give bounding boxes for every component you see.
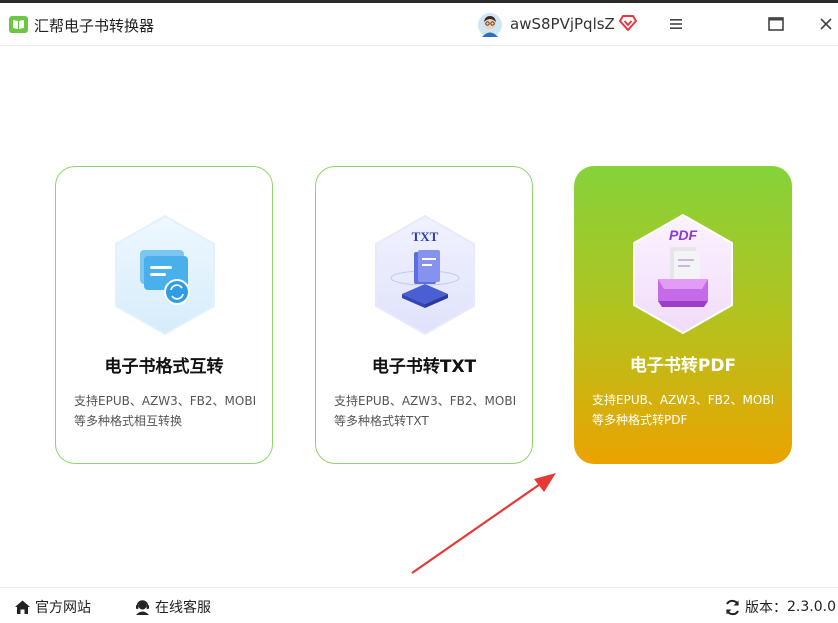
title-bar: 汇帮电子书转换器 awS8PVjPqlsZ: [0, 3, 838, 46]
svg-text:PDF: PDF: [669, 227, 697, 243]
username[interactable]: awS8PVjPqlsZ: [510, 15, 615, 33]
vip-diamond-icon[interactable]: [619, 14, 637, 32]
annotation-arrow-icon: [411, 473, 556, 574]
app-title: 汇帮电子书转换器: [34, 17, 155, 35]
txt-document-icon: TXT: [375, 214, 475, 336]
online-service-link[interactable]: 在线客服: [134, 597, 211, 617]
card-title: 电子书转TXT: [371, 357, 477, 377]
card-title: 电子书格式互转: [104, 357, 224, 377]
official-site-link[interactable]: 官方网站: [14, 597, 91, 617]
home-icon: [15, 600, 30, 614]
official-site-label: 官方网站: [35, 600, 91, 616]
card-description: 支持EPUB、AZW3、FB2、MOBI 等多种格式相互转换: [74, 394, 257, 428]
version-label: 版本：: [745, 600, 787, 616]
card-title: 电子书转PDF: [629, 356, 737, 376]
footer-bar: 官方网站 在线客服 版本： 2.3.0.0: [0, 587, 838, 623]
online-service-label: 在线客服: [155, 600, 211, 616]
version-number: 2.3.0.0: [787, 599, 836, 615]
refresh-icon: [726, 599, 739, 615]
version-info[interactable]: 版本： 2.3.0.0: [724, 597, 836, 617]
card-to-pdf[interactable]: PDF 电子书转PDF 支持EPUB、AZW3、FB2、MOBI 等多种格式转P…: [574, 166, 792, 464]
card-description: 支持EPUB、AZW3、FB2、MOBI 等多种格式转PDF: [592, 393, 775, 427]
svg-text:TXT: TXT: [412, 229, 439, 244]
menu-icon[interactable]: [665, 13, 687, 35]
avatar[interactable]: [478, 13, 502, 37]
app-book-icon: [9, 16, 28, 33]
format-convert-icon: [115, 214, 215, 336]
card-format-convert[interactable]: 电子书格式互转 支持EPUB、AZW3、FB2、MOBI 等多种格式相互转换: [55, 166, 273, 464]
card-description: 支持EPUB、AZW3、FB2、MOBI 等多种格式转TXT: [334, 394, 517, 428]
customer-service-icon: [136, 599, 149, 615]
maximize-icon[interactable]: [765, 13, 787, 35]
close-icon[interactable]: [815, 13, 837, 35]
card-to-txt[interactable]: TXT 电子书转TXT 支持EPUB、AZW3、FB2、MOBI 等多种格式转T…: [315, 166, 533, 464]
pdf-document-icon: PDF: [633, 213, 733, 335]
